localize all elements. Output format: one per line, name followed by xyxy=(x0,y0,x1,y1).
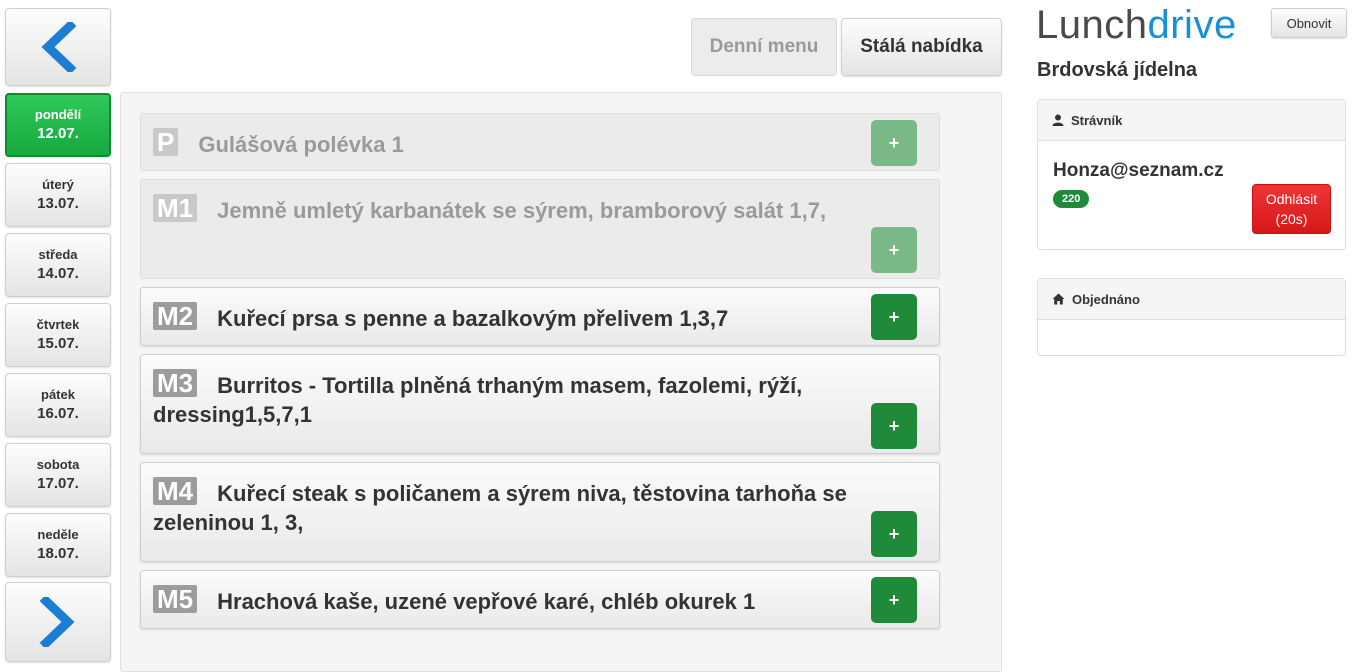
menu-item: M5 Hrachová kaše, uzené vepřové karé, chl… xyxy=(140,570,940,629)
day-date: 13.07. xyxy=(37,195,79,212)
menu-item-name: Jemně umletý karbanátek se sýrem, brambo… xyxy=(217,198,827,223)
ordered-card: Objednáno xyxy=(1037,278,1346,356)
diner-email: Honza@seznam.cz xyxy=(1053,160,1224,181)
menu-item-name: Kuřecí prsa s penne a bazalkovým přelive… xyxy=(217,306,729,331)
home-icon xyxy=(1052,293,1065,305)
menu-item: M3 Burritos - Tortilla plněná trhaným mas… xyxy=(140,354,940,454)
logo: Lunchdrive xyxy=(1036,2,1237,48)
menu-item-name: Kuřecí steak s poličanem a sýrem niva, t… xyxy=(153,481,847,535)
add-button[interactable]: + xyxy=(871,511,917,557)
day-button-thursday[interactable]: čtvrtek 15.07. xyxy=(5,303,111,367)
menu-item: M4 Kuřecí steak s poličanem a sýrem niva,… xyxy=(140,462,940,562)
day-name: pátek xyxy=(41,387,75,402)
day-date: 18.07. xyxy=(37,545,79,562)
day-button-sunday[interactable]: neděle 18.07. xyxy=(5,513,111,577)
tab-label: Stálá nabídka xyxy=(860,36,983,57)
day-name: neděle xyxy=(37,527,79,542)
day-name: sobota xyxy=(36,457,80,472)
diner-card: Strávník Honza@seznam.cz 220 Odhlásit (2… xyxy=(1037,99,1346,250)
logout-label: Odhlásit xyxy=(1265,191,1318,207)
day-name: středa xyxy=(38,247,78,262)
add-button[interactable]: + xyxy=(871,294,917,340)
day-name: pondělí xyxy=(34,107,82,122)
add-button[interactable]: + xyxy=(871,120,917,166)
day-date: 15.07. xyxy=(37,335,79,352)
day-button-monday[interactable]: pondělí 12.07. xyxy=(5,93,111,157)
day-button-friday[interactable]: pátek 16.07. xyxy=(5,373,111,437)
logo-text-lunch: Lunch xyxy=(1036,3,1148,47)
logo-text-drive: drive xyxy=(1147,3,1237,47)
logout-button[interactable]: Odhlásit (20s) xyxy=(1252,184,1331,234)
add-button[interactable]: + xyxy=(871,577,917,623)
menu-item-code: M3 xyxy=(153,369,198,397)
menu-item-code: M1 xyxy=(153,194,198,222)
menu-item-code: M2 xyxy=(153,302,198,330)
diner-card-title: Strávník xyxy=(1071,112,1123,128)
user-icon xyxy=(1052,114,1064,126)
next-week-button[interactable] xyxy=(5,582,111,662)
day-date: 16.07. xyxy=(37,405,79,422)
menu-item-code: M4 xyxy=(153,477,198,505)
tab-permanent-offer[interactable]: Stálá nabídka xyxy=(841,18,1002,76)
ordered-card-header: Objednáno xyxy=(1038,279,1345,320)
canteen-name: Brdovská jídelna xyxy=(1037,59,1198,81)
menu-item-code: M5 xyxy=(153,585,198,613)
day-button-tuesday[interactable]: úterý 13.07. xyxy=(5,163,111,227)
tab-label: Denní menu xyxy=(709,36,819,57)
diner-card-header: Strávník xyxy=(1038,100,1345,141)
day-date: 14.07. xyxy=(37,265,79,282)
previous-week-button[interactable] xyxy=(5,8,111,86)
day-button-saturday[interactable]: sobota 17.07. xyxy=(5,443,111,507)
menu-item-name: Hrachová kaše, uzené vepřové karé, chléb… xyxy=(217,589,756,614)
chevron-left-icon xyxy=(41,22,77,72)
add-button[interactable]: + xyxy=(871,403,917,449)
day-name: čtvrtek xyxy=(36,317,80,332)
menu-item: P Gulášová polévka 1 + xyxy=(140,113,940,171)
chevron-right-icon xyxy=(39,597,75,647)
menu-item: M2 Kuřecí prsa s penne a bazalkovým přeli… xyxy=(140,287,940,346)
refresh-button[interactable]: Obnovit xyxy=(1271,8,1347,38)
day-button-wednesday[interactable]: středa 14.07. xyxy=(5,233,111,297)
day-date: 17.07. xyxy=(37,475,79,492)
tab-daily-menu[interactable]: Denní menu xyxy=(691,18,837,76)
logout-timer: (20s) xyxy=(1275,211,1308,227)
ordered-card-title: Objednáno xyxy=(1072,291,1140,307)
menu-item-code: P xyxy=(153,128,179,156)
add-button[interactable]: + xyxy=(871,227,917,273)
day-date: 12.07. xyxy=(37,125,79,142)
menu-item: M1 Jemně umletý karbanátek se sýrem, bram… xyxy=(140,179,940,279)
day-name: úterý xyxy=(42,177,74,192)
menu-item-name: Gulášová polévka 1 xyxy=(198,132,404,157)
credit-badge: 220 xyxy=(1053,190,1090,208)
menu-item-name: Burritos - Tortilla plněná trhaným masem… xyxy=(153,373,803,427)
